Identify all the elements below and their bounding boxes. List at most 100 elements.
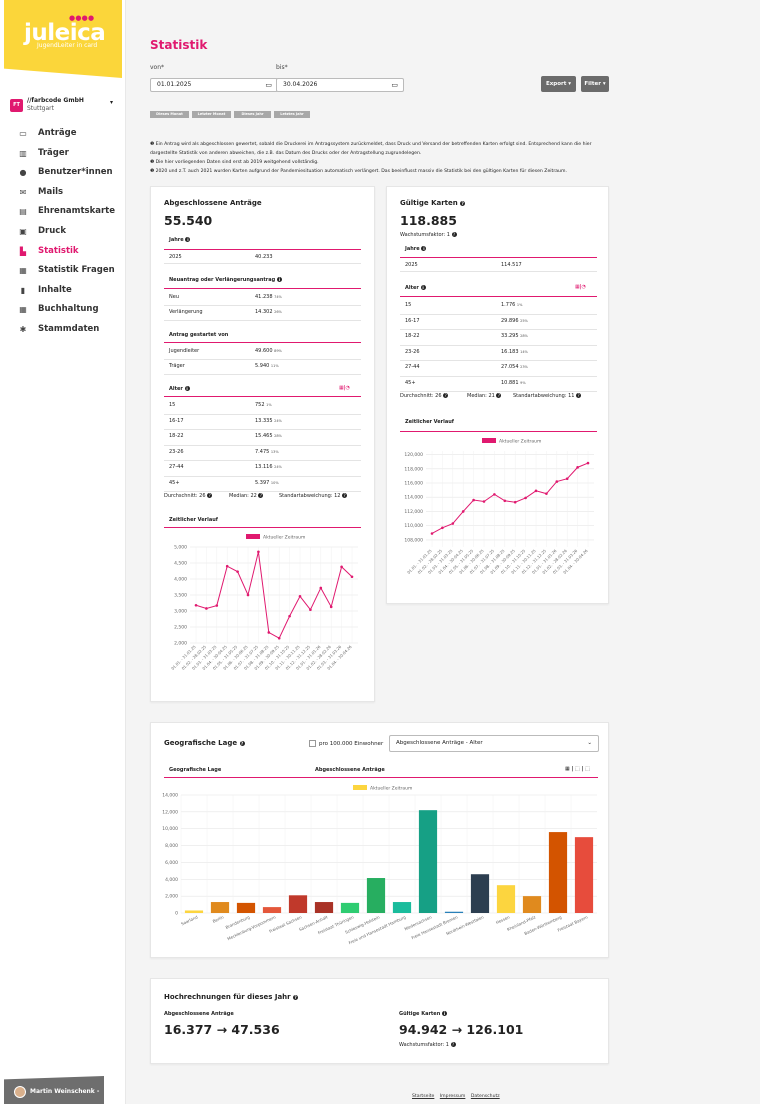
table-row-label: 23-26 — [169, 448, 184, 455]
data-point[interactable] — [524, 496, 527, 500]
data-point[interactable] — [565, 477, 569, 481]
calendar-icon[interactable]: ▭ — [391, 79, 398, 91]
data-point[interactable] — [555, 480, 559, 483]
organization-switcher[interactable]: FT //farbcode GmbH Stuttgart ▾ — [10, 97, 122, 119]
data-point[interactable] — [534, 489, 538, 493]
bar[interactable] — [184, 910, 204, 913]
data-point[interactable] — [257, 550, 260, 554]
y-tick-label: 14,000 — [162, 793, 178, 799]
bar[interactable] — [262, 907, 282, 913]
sidebar-item-label: Inhalte — [38, 284, 72, 295]
data-point[interactable] — [319, 586, 323, 590]
data-point[interactable] — [267, 631, 271, 634]
data-point[interactable] — [277, 636, 281, 640]
data-point[interactable] — [545, 492, 548, 495]
org-avatar: FT — [10, 99, 23, 112]
bar[interactable] — [366, 878, 386, 913]
bar[interactable] — [314, 902, 334, 913]
data-point[interactable] — [513, 500, 517, 504]
bar[interactable] — [210, 902, 230, 913]
bar[interactable] — [522, 896, 542, 913]
sidebar-item-statistik[interactable]: ▙ Statistik — [18, 246, 124, 260]
bar[interactable] — [444, 911, 464, 913]
table-chart-toggle-icon[interactable]: ▦|◔ — [575, 284, 586, 290]
from-date-input[interactable]: 01.01.2025 ▭ — [150, 78, 278, 92]
footer-link-home[interactable]: Startseite — [412, 1094, 434, 1099]
data-point[interactable] — [298, 594, 302, 598]
bar[interactable] — [418, 810, 438, 913]
bar[interactable] — [340, 902, 360, 913]
help-icon: ? — [239, 740, 245, 746]
x-tick-label: Freistaat Bayern — [557, 914, 589, 933]
sidebar-item-ehrenamtskarte[interactable]: ▤ Ehrenamtskarte — [18, 206, 124, 220]
info-line-2: dargestellte Statistik von anderen abwei… — [150, 151, 422, 156]
data-point[interactable] — [350, 575, 354, 579]
data-point[interactable] — [576, 466, 579, 469]
x-tick-label: Berlin — [212, 914, 225, 924]
sidebar-item-inhalte[interactable]: ▮ Inhalte — [18, 285, 124, 299]
table-row-label: 27-44 — [169, 464, 184, 470]
geo-bar-chart: Aktueller Zeitraum 14,000 12,000 10,000 8,00… — [162, 785, 597, 945]
bar[interactable] — [288, 895, 308, 913]
data-point[interactable] — [441, 526, 444, 530]
data-point[interactable] — [482, 500, 486, 503]
bar[interactable] — [392, 902, 412, 913]
table-row-label: 27-44 — [405, 364, 420, 370]
geo-view-toggle-icon[interactable]: ▦ | ⬚ | ⬚ — [565, 766, 590, 772]
data-point[interactable] — [472, 498, 475, 502]
data-point[interactable] — [430, 532, 434, 535]
quick-this-month-button[interactable]: Dieses Monat — [150, 111, 189, 118]
table-chart-toggle-icon[interactable]: ▦|◔ — [339, 385, 350, 391]
data-point[interactable] — [586, 461, 590, 465]
data-point[interactable] — [329, 605, 333, 609]
data-point[interactable] — [194, 603, 198, 607]
juleica-logo[interactable]: ● ● ● ● juleica JugendLeiter in card — [4, 0, 122, 78]
page-title: Statistik — [150, 38, 208, 52]
data-point[interactable] — [340, 565, 343, 569]
filter-button[interactable]: Filter ▾ — [581, 76, 609, 92]
bar[interactable] — [574, 837, 594, 913]
to-date-input[interactable]: 30.04.2026 ▭ — [276, 78, 404, 92]
help-icon: ? — [293, 994, 299, 1000]
data-point[interactable] — [493, 493, 496, 496]
sidebar-item-anträge[interactable]: ▭ Anträge — [18, 128, 124, 142]
sidebar-item-stammdaten[interactable]: ✱ Stammdaten — [18, 324, 124, 338]
footer-link-privacy[interactable]: Datenschutz — [471, 1094, 500, 1099]
sidebar-item-benutzer-innen[interactable]: ● Benutzer*innen — [18, 167, 124, 181]
export-button[interactable]: Export ▾ — [541, 76, 576, 92]
quick-last-year-button[interactable]: Letztes Jahr — [274, 111, 310, 118]
data-point[interactable] — [309, 608, 312, 612]
valid-title: Gültige Karten ? — [400, 199, 466, 207]
data-point[interactable] — [503, 499, 507, 503]
quick-last-month-button[interactable]: Letzter Monat — [192, 111, 231, 118]
sidebar-item-buchhaltung[interactable]: ▦ Buchhaltung — [18, 304, 124, 318]
data-point[interactable] — [225, 564, 229, 568]
bar[interactable] — [470, 874, 490, 913]
geo-metric-select[interactable]: Abgeschlossene Anträge - Alter ⌄ — [389, 735, 599, 752]
sidebar-item-träger[interactable]: ▥ Träger — [18, 148, 124, 162]
sidebar-item-mails[interactable]: ✉ Mails — [18, 187, 124, 201]
table-row-label: 15 — [405, 302, 412, 308]
per-capita-checkbox[interactable] — [309, 740, 316, 747]
data-point[interactable] — [215, 604, 219, 607]
bar[interactable] — [496, 885, 516, 913]
mail-icon: ✉ — [19, 187, 27, 197]
table-row-value: 1.776 1% — [501, 302, 523, 308]
data-point[interactable] — [461, 510, 465, 513]
data-point[interactable] — [205, 607, 208, 610]
bar[interactable] — [548, 832, 568, 913]
sidebar-item-druck[interactable]: ▣ Druck — [18, 226, 124, 240]
calendar-icon[interactable]: ▭ — [265, 79, 272, 91]
closed-type-header: Neuantrag oder Verlängerungsantrag i — [169, 277, 282, 283]
data-point[interactable] — [451, 522, 455, 525]
sidebar-item-statistik-fragen[interactable]: ▦ Statistik Fragen — [18, 265, 124, 279]
y-tick-label: 114,000 — [404, 495, 423, 501]
quick-this-year-button[interactable]: Dieses Jahr — [234, 111, 271, 118]
data-point[interactable] — [246, 593, 250, 597]
data-point[interactable] — [236, 570, 239, 573]
table-row-value: 14.302 26% — [255, 309, 282, 315]
bar[interactable] — [236, 902, 256, 913]
footer-link-imprint[interactable]: Impressum — [440, 1094, 466, 1099]
user-menu[interactable]: Martin Weinschenk - — [4, 1076, 104, 1104]
data-point[interactable] — [288, 614, 291, 618]
